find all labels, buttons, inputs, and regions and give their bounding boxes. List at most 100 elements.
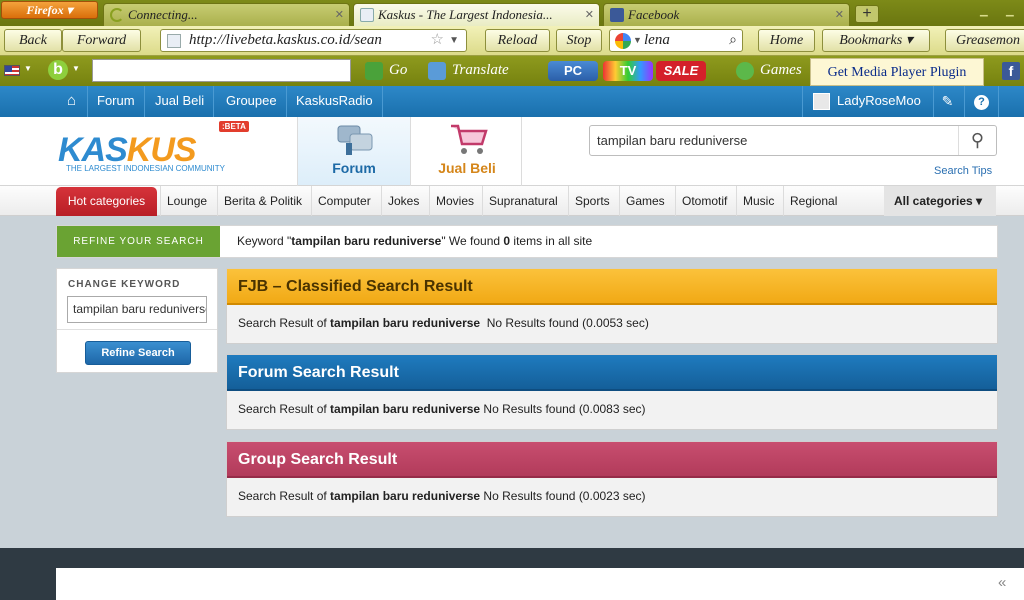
category-games[interactable]: Games bbox=[619, 186, 671, 216]
divider bbox=[57, 329, 217, 330]
summary-middle: " We found bbox=[441, 234, 504, 248]
browser-tab-strip: Firefox ▾ Connecting... ✕ Kaskus - The L… bbox=[0, 0, 1024, 26]
nav-kaskusradio[interactable]: KaskusRadio bbox=[287, 86, 383, 117]
kaskus-search-input[interactable]: tampilan baru reduniverse ⚲ bbox=[589, 125, 997, 156]
search-icon[interactable]: ⚲ bbox=[958, 126, 996, 155]
category-jokes[interactable]: Jokes bbox=[381, 186, 425, 216]
url-bar[interactable]: http://livebeta.kaskus.co.id/sean ☆ ▼ bbox=[160, 29, 467, 52]
translate-icon bbox=[428, 61, 446, 80]
go-button[interactable]: Go bbox=[365, 59, 407, 82]
result-heading: Group Search Result bbox=[227, 442, 997, 478]
collapse-icon[interactable]: « bbox=[998, 574, 1006, 591]
chevron-down-icon[interactable]: ▼ bbox=[72, 64, 80, 73]
search-tips-link[interactable]: Search Tips bbox=[934, 165, 992, 177]
user-menu[interactable]: LadyRoseMoo bbox=[802, 86, 934, 117]
media-player-plugin-button[interactable]: Get Media Player Plugin bbox=[810, 58, 984, 86]
arrow-right-icon bbox=[365, 61, 383, 80]
beeline-icon[interactable]: b bbox=[48, 60, 68, 80]
kaskus-logo[interactable]: KASKUS THE LARGEST INDONESIAN COMMUNITY … bbox=[58, 121, 249, 173]
home-icon[interactable]: ⌂ bbox=[56, 86, 88, 117]
chevron-down-icon[interactable]: ▼ bbox=[633, 30, 642, 51]
stop-button[interactable]: Stop bbox=[556, 29, 602, 52]
tab-title: Connecting... bbox=[128, 7, 198, 22]
browser-search-input[interactable]: ▼ lena ⌕ bbox=[609, 29, 743, 52]
games-icon bbox=[736, 61, 754, 80]
chevron-down-icon[interactable]: ▼ bbox=[449, 30, 459, 51]
divider bbox=[521, 117, 522, 186]
greasemonkey-button[interactable]: Greasemon bbox=[945, 29, 1024, 52]
category-movies[interactable]: Movies bbox=[429, 186, 480, 216]
logo-tagline: THE LARGEST INDONESIAN COMMUNITY bbox=[66, 164, 225, 173]
result-body: Search Result of tampilan baru reduniver… bbox=[227, 391, 997, 429]
tab-facebook[interactable]: Facebook ✕ bbox=[603, 3, 850, 26]
help-icon[interactable]: ? bbox=[965, 86, 999, 117]
tab-close-icon[interactable]: ✕ bbox=[835, 4, 844, 25]
refine-search-button[interactable]: Refine Search bbox=[85, 341, 191, 365]
change-keyword-label: CHANGE KEYWORD bbox=[68, 279, 181, 290]
result-heading: FJB – Classified Search Result bbox=[227, 269, 997, 305]
shopping-cart-icon bbox=[451, 124, 488, 154]
search-icon[interactable]: ⌕ bbox=[729, 30, 737, 51]
all-categories-dropdown[interactable]: All categories ▾ bbox=[884, 186, 996, 216]
sale-button[interactable]: SALE bbox=[656, 61, 706, 81]
result-body: Search Result of tampilan baru reduniver… bbox=[227, 478, 997, 516]
google-icon[interactable] bbox=[615, 33, 631, 49]
category-otomotif[interactable]: Otomotif bbox=[675, 186, 733, 216]
forum-tile[interactable]: Forum bbox=[298, 117, 410, 185]
games-button[interactable]: Games bbox=[736, 59, 802, 82]
facebook-icon[interactable]: f bbox=[1002, 62, 1020, 80]
chevron-down-icon[interactable]: ▼ bbox=[24, 64, 32, 73]
home-button[interactable]: Home bbox=[758, 29, 815, 52]
forum-tile-label: Forum bbox=[332, 160, 376, 176]
restore-icon[interactable]: ▁ bbox=[1006, 6, 1014, 17]
new-tab-button[interactable]: + bbox=[855, 5, 879, 23]
search-text: lena bbox=[644, 32, 670, 48]
translate-label: Translate bbox=[452, 62, 509, 78]
navigation-toolbar: Back Forward http://livebeta.kaskus.co.i… bbox=[0, 26, 1024, 56]
bookmarks-button[interactable]: Bookmarks ▾ bbox=[822, 29, 930, 52]
kaskus-top-nav: ⌂ Forum Jual Beli Groupee KaskusRadio La… bbox=[0, 86, 1024, 117]
category-berita-politik[interactable]: Berita & Politik bbox=[217, 186, 308, 216]
jual-beli-tile[interactable]: Jual Beli bbox=[411, 117, 523, 185]
hot-categories-tab[interactable]: Hot categories bbox=[56, 187, 157, 216]
category-lounge[interactable]: Lounge bbox=[160, 186, 213, 216]
forum-chat-icon bbox=[337, 125, 373, 155]
reload-button[interactable]: Reload bbox=[485, 29, 550, 52]
group-result-box: Group Search Result Search Result of tam… bbox=[226, 441, 998, 517]
back-button[interactable]: Back bbox=[4, 29, 62, 52]
url-text: http://livebeta.kaskus.co.id/sean bbox=[189, 32, 382, 48]
tab-connecting[interactable]: Connecting... ✕ bbox=[103, 3, 350, 26]
category-computer[interactable]: Computer bbox=[311, 186, 377, 216]
us-flag-icon[interactable] bbox=[4, 65, 20, 76]
tab-close-icon[interactable]: ✕ bbox=[585, 4, 594, 25]
nav-groupee[interactable]: Groupee bbox=[217, 86, 287, 117]
loading-icon bbox=[110, 8, 124, 22]
result-status: No Results found (0.0083 sec) bbox=[480, 402, 646, 416]
pencil-icon[interactable]: ✎ bbox=[931, 86, 965, 117]
fjb-result-box: FJB – Classified Search Result Search Re… bbox=[226, 268, 998, 344]
keyword-input[interactable]: tampilan baru reduniverse bbox=[67, 296, 207, 323]
category-music[interactable]: Music bbox=[736, 186, 780, 216]
result-status: No Results found (0.0023 sec) bbox=[480, 489, 646, 503]
nav-forum[interactable]: Forum bbox=[88, 86, 145, 117]
pc-button[interactable]: PC bbox=[548, 61, 598, 81]
addon-search-input[interactable] bbox=[92, 59, 351, 82]
forward-button[interactable]: Forward bbox=[62, 29, 141, 52]
category-sports[interactable]: Sports bbox=[568, 186, 616, 216]
search-text: tampilan baru reduniverse bbox=[597, 133, 748, 148]
result-prefix: Search Result of bbox=[238, 316, 331, 330]
category-supranatural[interactable]: Supranatural bbox=[482, 186, 564, 216]
result-heading: Forum Search Result bbox=[227, 355, 997, 391]
tab-kaskus[interactable]: Kaskus - The Largest Indonesia... ✕ bbox=[353, 3, 600, 26]
minimize-icon[interactable]: ▁ bbox=[980, 6, 988, 17]
facebook-favicon-icon bbox=[610, 8, 624, 22]
result-prefix: Search Result of bbox=[238, 402, 331, 416]
tab-close-icon[interactable]: ✕ bbox=[335, 4, 344, 25]
translate-button[interactable]: Translate bbox=[428, 59, 509, 82]
tv-button[interactable]: TV bbox=[603, 61, 653, 81]
firefox-menu-button[interactable]: Firefox ▾ bbox=[1, 1, 98, 19]
category-regional[interactable]: Regional bbox=[783, 186, 843, 216]
bookmark-star-icon[interactable]: ☆ bbox=[431, 30, 444, 51]
nav-jual-beli[interactable]: Jual Beli bbox=[146, 86, 215, 117]
username: LadyRoseMoo bbox=[837, 93, 921, 108]
